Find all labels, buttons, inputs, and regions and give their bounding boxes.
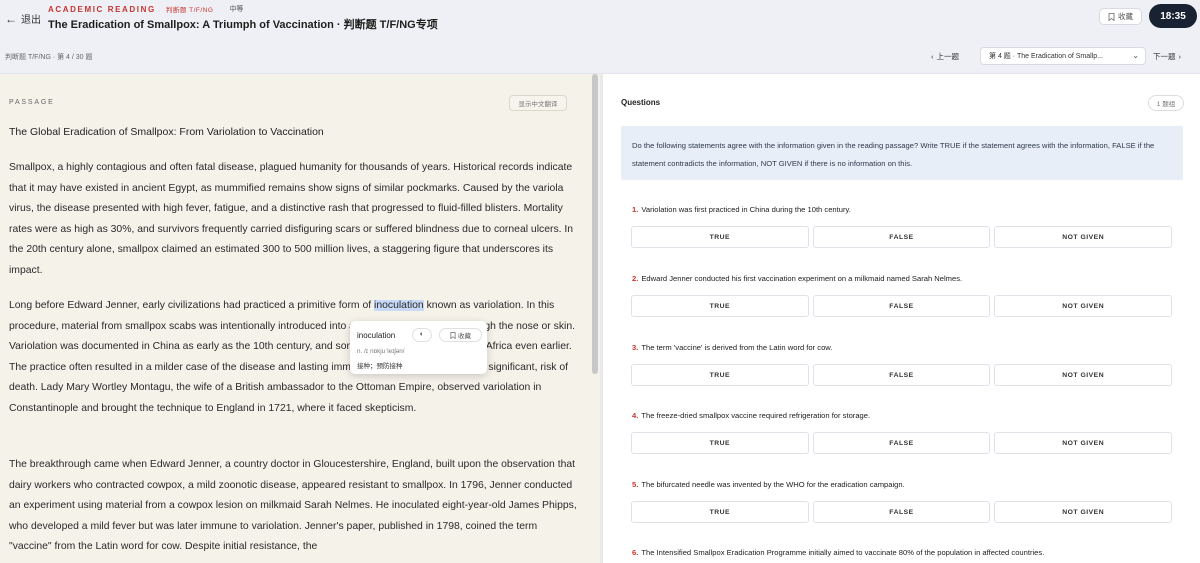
category-line: ACADEMIC READING 判断题 T/F/NG 中等	[48, 4, 244, 15]
show-translation-button[interactable]: 显示中文翻译	[509, 95, 567, 111]
question-number: 4.	[632, 411, 639, 420]
arrow-left-icon: ←	[5, 11, 17, 26]
passage-scrollbar[interactable]	[592, 74, 598, 374]
popup-word: inoculation	[357, 331, 396, 340]
chevron-left-icon: ‹	[931, 51, 934, 61]
difficulty-level: 中等	[229, 6, 244, 13]
bookmark-icon	[1108, 12, 1115, 21]
passage-label: PASSAGE	[9, 99, 55, 106]
passage-paragraph: Smallpox, a highly contagious and often …	[9, 162, 574, 276]
chevron-down-icon: ⌄	[1132, 51, 1139, 60]
popup-definition: 接种；预防接种	[357, 363, 403, 370]
questions-panel[interactable]: Questions 1 题组 Do the following statemen…	[603, 74, 1200, 563]
option-true[interactable]: TRUE	[631, 226, 809, 248]
question-text: Variolation was first practiced in China…	[641, 205, 851, 214]
questions-heading: Questions	[621, 98, 661, 107]
paragraph-text: Long before Edward Jenner, early civiliz…	[9, 300, 375, 311]
prev-question-button[interactable]: ‹ 上一题	[931, 48, 959, 64]
question-nav-bar: 判断题 T/F/NG · 第 4 / 30 题 ‹ 上一题 第 4 题 · Th…	[0, 37, 1200, 74]
answer-options: TRUE FALSE NOT GIVEN	[631, 364, 1173, 386]
question-statement: 5. The bifurcated needle was invented by …	[632, 480, 905, 489]
option-false[interactable]: FALSE	[812, 432, 991, 454]
exit-label: 退出	[21, 15, 41, 26]
question-text: Edward Jenner conducted his first vaccin…	[641, 274, 963, 283]
question-number: 3.	[632, 343, 639, 352]
word-definition-popup: inoculation 🔈︎ 收藏 n. /ɪˌnɒkjuˈleɪʃən/ 接种…	[350, 321, 487, 374]
question-text: The Intensified Smallpox Eradication Pro…	[641, 548, 1045, 557]
instructions-box: Do the following statements agree with t…	[621, 126, 1183, 180]
option-not-given[interactable]: NOT GIVEN	[994, 226, 1173, 248]
question-number: 6.	[632, 548, 639, 557]
top-bar: ← 退出 ACADEMIC READING 判断题 T/F/NG 中等 The …	[0, 0, 1200, 37]
option-not-given[interactable]: NOT GIVEN	[994, 295, 1173, 317]
question-number: 2.	[632, 274, 639, 283]
category-kicker: ACADEMIC READING	[48, 4, 156, 14]
speaker-icon: 🔈︎	[419, 331, 425, 338]
question-select[interactable]: 第 4 题 · The Eradication of Smallp... ⌄	[980, 47, 1146, 65]
exit-button[interactable]: ← 退出	[5, 11, 41, 27]
pronounce-button[interactable]: 🔈︎	[412, 328, 432, 342]
question-number: 1.	[632, 205, 639, 214]
passage-title: The Global Eradication of Smallpox: From…	[9, 126, 324, 138]
next-label: 下一题	[1153, 51, 1176, 61]
question-type-tag: 判断题 T/F/NG	[165, 7, 214, 14]
option-false[interactable]: FALSE	[812, 295, 991, 317]
favorite-button[interactable]: 收藏	[1099, 8, 1142, 25]
question-statement: 1. Variolation was first practiced in Chi…	[632, 205, 851, 214]
question-text: The freeze-dried smallpox vaccine requir…	[641, 411, 871, 420]
passage-paragraph: Long before Edward Jenner, early civiliz…	[9, 296, 577, 420]
option-not-given[interactable]: NOT GIVEN	[994, 501, 1173, 523]
question-text: The bifurcated needle was invented by th…	[641, 480, 905, 489]
option-true[interactable]: TRUE	[631, 432, 809, 454]
question-statement: 2. Edward Jenner conducted his first vacc…	[632, 274, 962, 283]
option-false[interactable]: FALSE	[812, 501, 991, 523]
question-text: The term 'vaccine' is derived from the L…	[641, 343, 833, 352]
option-true[interactable]: TRUE	[631, 501, 809, 523]
chevron-right-icon: ›	[1178, 51, 1182, 61]
popup-phonetic: n. /ɪˌnɒkjuˈleɪʃən/	[357, 348, 405, 355]
question-number: 5.	[632, 480, 639, 489]
question-group-count: 1 题组	[1148, 95, 1184, 111]
popup-favorite-label: 收藏	[458, 333, 471, 340]
highlighted-word[interactable]: inoculation	[374, 300, 424, 311]
answer-options: TRUE FALSE NOT GIVEN	[631, 226, 1173, 248]
answer-options: TRUE FALSE NOT GIVEN	[631, 432, 1173, 454]
question-statement: 4. The freeze-dried smallpox vaccine requ…	[632, 411, 870, 420]
question-statement: 6. The Intensified Smallpox Eradication P…	[632, 548, 1044, 557]
option-false[interactable]: FALSE	[812, 364, 991, 386]
option-false[interactable]: FALSE	[812, 226, 991, 248]
page-title: The Eradication of Smallpox: A Triumph o…	[48, 19, 438, 31]
option-not-given[interactable]: NOT GIVEN	[994, 364, 1173, 386]
question-select-value: 第 4 题 · The Eradication of Smallp...	[989, 53, 1103, 60]
bookmark-icon	[450, 331, 456, 339]
option-true[interactable]: TRUE	[631, 364, 809, 386]
passage-paragraph: The breakthrough came when Edward Jenner…	[9, 459, 577, 553]
option-true[interactable]: TRUE	[631, 295, 809, 317]
option-not-given[interactable]: NOT GIVEN	[994, 432, 1173, 454]
popup-favorite-button[interactable]: 收藏	[439, 328, 482, 342]
question-progress: 判断题 T/F/NG · 第 4 / 30 题	[5, 54, 93, 61]
countdown-timer: 18:35	[1149, 4, 1197, 28]
answer-options: TRUE FALSE NOT GIVEN	[631, 501, 1173, 523]
question-statement: 3. The term 'vaccine' is derived from the…	[632, 343, 832, 352]
passage-panel[interactable]: PASSAGE 显示中文翻译 The Global Eradication of…	[0, 74, 600, 563]
paragraph-text: known as variolation. In this procedure,…	[9, 300, 576, 414]
next-question-button[interactable]: 下一题 ›	[1153, 48, 1181, 64]
prev-label: 上一题	[936, 51, 960, 61]
answer-options: TRUE FALSE NOT GIVEN	[631, 295, 1173, 317]
favorite-label: 收藏	[1118, 12, 1133, 21]
